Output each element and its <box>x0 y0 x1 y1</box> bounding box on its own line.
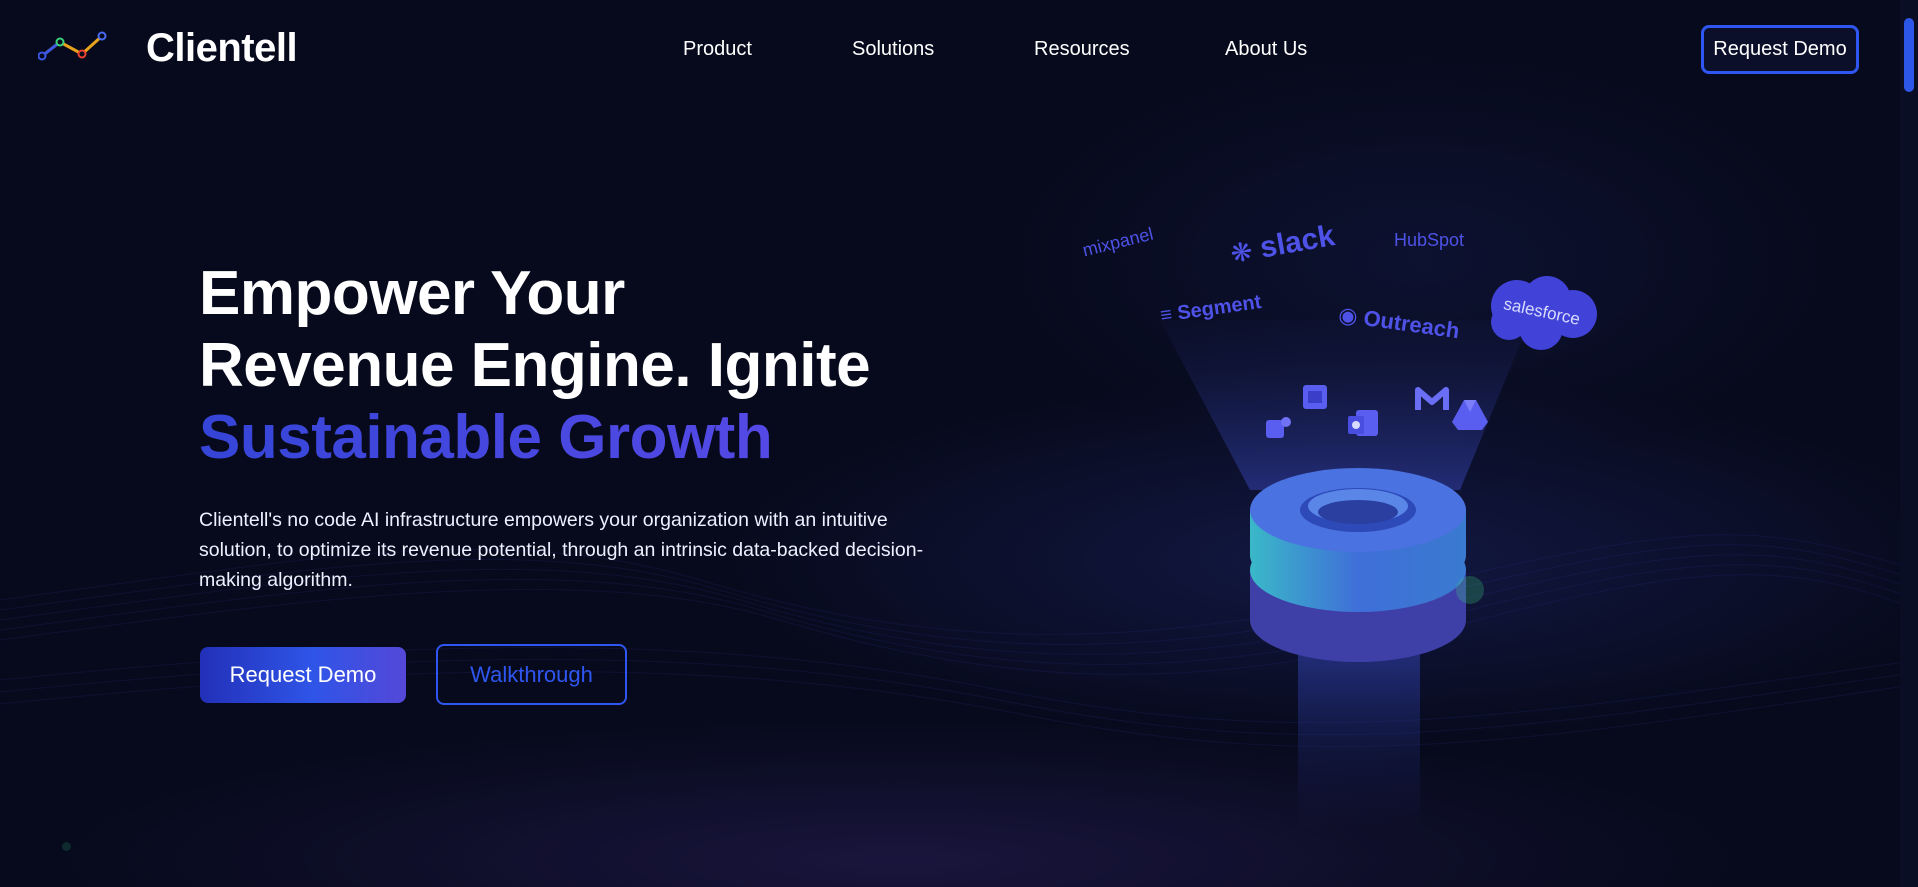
hero-description: Clientell's no code AI infrastructure em… <box>199 509 924 591</box>
integration-funnel-illustration: mixpanel ❋ slack HubSpot ≡ Segment ◉ Out… <box>1060 210 1620 830</box>
logo[interactable] <box>38 28 110 62</box>
nav-item-solutions[interactable]: Solutions <box>852 38 934 61</box>
headline-accent: Sustainable Growth <box>199 402 870 474</box>
hero-headline: Empower Your Revenue Engine. Ignite Sust… <box>199 258 871 474</box>
header-request-demo-button[interactable]: Request Demo <box>1701 25 1859 74</box>
teams-icon <box>1266 417 1291 438</box>
nav-item-about-us[interactable]: About Us <box>1225 38 1307 61</box>
drive-icon <box>1452 400 1488 430</box>
chart-line-logo-icon <box>38 31 107 61</box>
slack-icon: ❋ <box>1228 235 1255 269</box>
site-header: Clientell Product Solutions Resources Ab… <box>0 0 1900 100</box>
nav-item-product[interactable]: Product <box>683 38 752 61</box>
hubspot-logo: HubSpot <box>1394 230 1465 250</box>
walkthrough-button[interactable]: Walkthrough <box>436 644 627 705</box>
decorative-dot <box>62 842 71 851</box>
nav-item-resources[interactable]: Resources <box>1034 38 1130 61</box>
scrollbar-thumb[interactable] <box>1904 18 1914 92</box>
headline-line-2: Revenue Engine. Ignite <box>199 331 871 400</box>
brand-name[interactable]: Clientell <box>146 26 298 71</box>
outreach-icon: ◉ <box>1336 301 1360 330</box>
scrollbar-track[interactable] <box>1900 0 1918 887</box>
calendar-icon <box>1303 385 1327 409</box>
salesforce-logo: salesforce <box>1485 272 1600 352</box>
request-demo-button[interactable]: Request Demo <box>200 647 406 703</box>
headline-line-1: Empower Your <box>199 259 625 328</box>
segment-icon: ≡ <box>1158 303 1174 327</box>
outlook-icon <box>1348 410 1378 436</box>
gmail-icon <box>1415 387 1449 410</box>
